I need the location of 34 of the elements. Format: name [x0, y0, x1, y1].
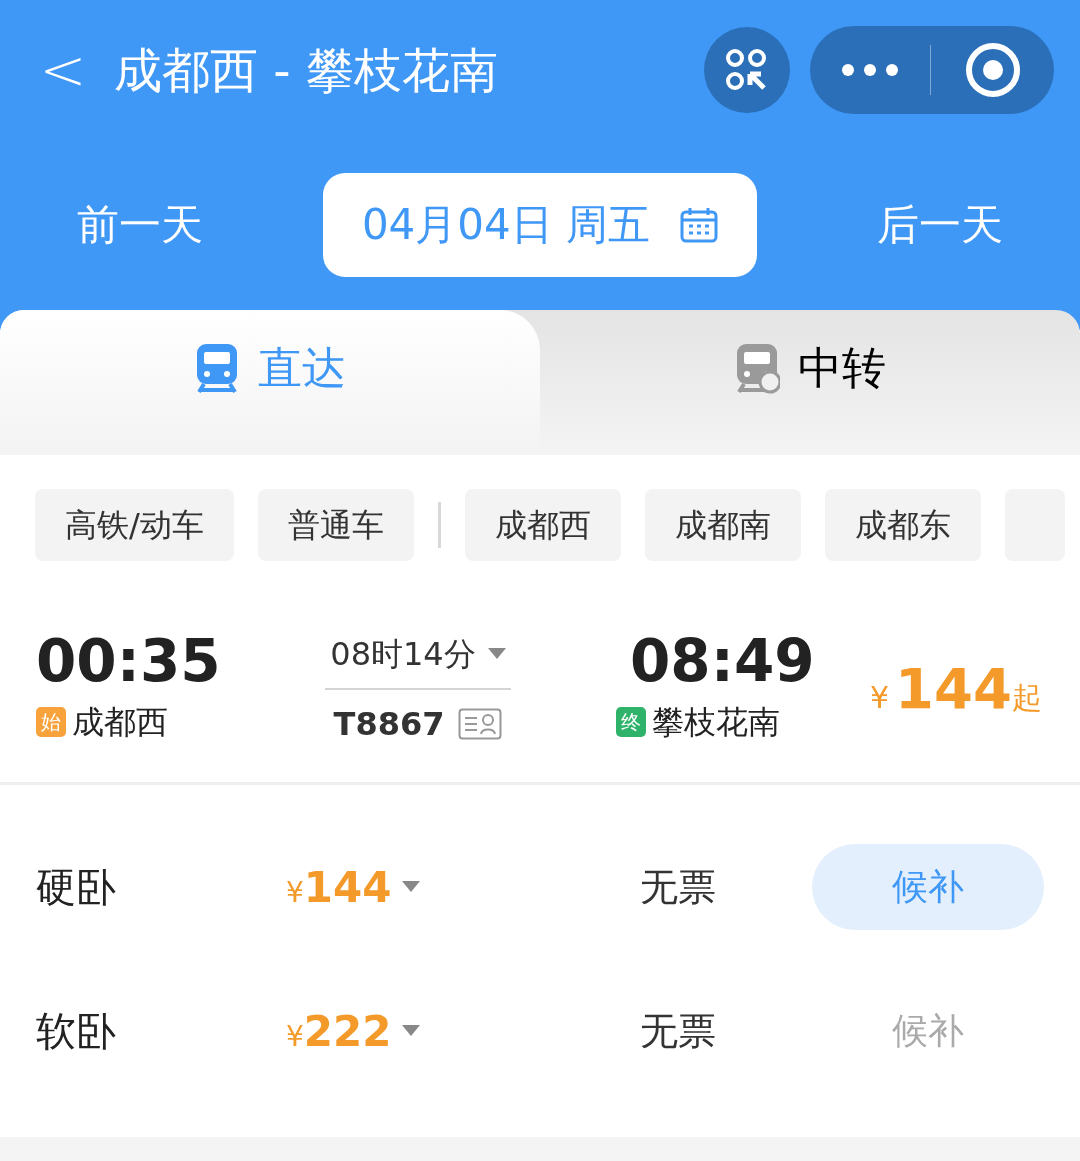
seat-type: 硬卧: [36, 863, 117, 912]
train-icon: [194, 341, 240, 394]
filter-chip[interactable]: 高铁/动车: [35, 489, 234, 561]
end-tag: 终: [616, 706, 646, 737]
seat-price: ¥144: [286, 861, 392, 914]
waitlist-button[interactable]: 候补: [812, 844, 1044, 930]
duration: 08时14分: [330, 633, 476, 675]
lowest-price: ¥144起: [870, 654, 1042, 723]
previous-day-button[interactable]: 前一天: [0, 193, 280, 256]
seat-type: 软卧: [36, 1007, 117, 1056]
availability: 无票: [640, 863, 717, 911]
filter-chip[interactable]: 成都东: [824, 489, 981, 561]
date-picker[interactable]: 04月04日 周五: [323, 172, 757, 277]
filter-chip[interactable]: 普通车: [257, 489, 414, 561]
arrival-time: 08:49: [630, 631, 815, 690]
seat-price: ¥222: [286, 1005, 392, 1058]
back-button[interactable]: <: [38, 42, 88, 98]
dropdown-icon: [487, 647, 506, 660]
filter-chip[interactable]: 成都南: [644, 489, 801, 561]
id-card-icon: [458, 707, 503, 740]
availability: 无票: [640, 1007, 717, 1055]
filter-chip[interactable]: 成都西: [464, 489, 621, 561]
train-icon: [734, 341, 780, 394]
departure-time: 00:35: [36, 631, 222, 690]
next-day-button[interactable]: 后一天: [800, 193, 1080, 256]
dropdown-icon: [401, 1025, 420, 1037]
tab[interactable]: 中转: [540, 310, 1080, 455]
dropdown-icon: [401, 881, 420, 893]
arrival-station: 攀枝花南: [652, 701, 780, 743]
departure-station: 成都西: [72, 701, 168, 743]
page-title: 成都西 - 攀枝花南: [114, 41, 498, 100]
start-tag: 始: [36, 706, 66, 737]
train-number: T8867: [333, 703, 445, 745]
calendar-icon: [680, 206, 719, 243]
